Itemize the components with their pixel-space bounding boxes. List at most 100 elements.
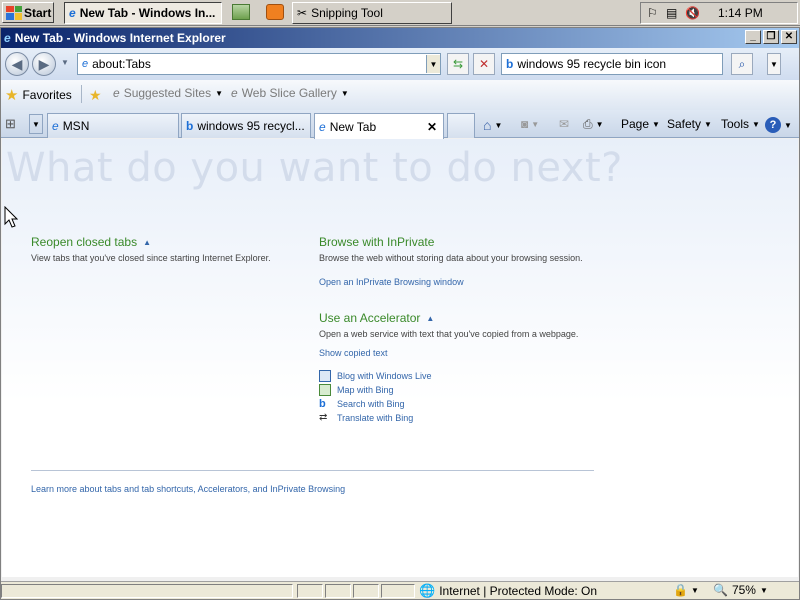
web-slice-gallery-label: Web Slice Gallery [241, 86, 337, 100]
divider [81, 85, 82, 103]
tab-new-tab[interactable]: e New Tab ✕ [314, 113, 444, 139]
chevron-down-icon: ▼ [531, 119, 540, 129]
chevron-down-icon: ▼ [784, 120, 792, 130]
bing-icon: b [506, 57, 514, 71]
taskbar-button-label: Snipping Tool [311, 6, 383, 20]
accelerator-search-with-bing[interactable]: b Search with Bing [319, 398, 405, 410]
chevron-down-icon: ▼ [215, 88, 224, 98]
title-bar: e New Tab - Windows Internet Explorer _ … [1, 28, 799, 48]
reopen-closed-tabs-heading[interactable]: Reopen closed tabs ▲ [31, 235, 151, 249]
security-zone[interactable]: 🌐 Internet | Protected Mode: On [419, 583, 597, 599]
quick-tabs-icon[interactable]: ⊞ [5, 116, 23, 132]
ie-window: e New Tab - Windows Internet Explorer _ … [0, 27, 800, 600]
chevron-down-icon: ▼ [752, 119, 760, 129]
protected-mode-button[interactable]: 🔒 ▼ [673, 583, 699, 597]
feeds-button[interactable]: ◙ ▼ [521, 117, 539, 131]
taskbar-button-label: New Tab - Windows In... [79, 6, 216, 20]
tab-list-dropdown-icon[interactable]: ▼ [29, 114, 43, 134]
tools-menu[interactable]: Tools ▼ [721, 117, 760, 131]
system-tray: ⚐ ▤ 🔇 1:14 PM [640, 2, 798, 24]
chevron-up-icon: ▲ [426, 313, 435, 323]
close-tab-icon[interactable]: ✕ [427, 120, 437, 134]
tab-msn[interactable]: e MSN [47, 113, 179, 138]
tab-bing-search[interactable]: b windows 95 recycl... [181, 113, 311, 138]
section-title: Use an Accelerator [319, 311, 421, 325]
learn-more-link[interactable]: Learn more about tabs and tab shortcuts,… [31, 484, 345, 494]
chevron-down-icon: ▼ [494, 120, 503, 130]
start-button[interactable]: Start [2, 2, 54, 23]
star-icon: ★ [5, 87, 19, 104]
zoom-icon: 🔍 [713, 583, 728, 597]
print-button[interactable]: ⎙ ▼ [583, 117, 604, 132]
taskbar-button-ie[interactable]: e New Tab - Windows In... [64, 2, 222, 24]
ie-icon: e [231, 86, 238, 100]
address-dropdown-icon[interactable]: ▼ [426, 55, 440, 73]
accelerator-label: Translate with Bing [337, 413, 414, 423]
browse-inprivate-heading: Browse with InPrivate [319, 235, 434, 249]
restore-button[interactable]: ❐ [763, 30, 779, 44]
back-icon[interactable]: ◀ [5, 52, 29, 76]
zoom-button[interactable]: 🔍 75% ▼ [713, 583, 768, 597]
favorites-button[interactable]: ★ Favorites [5, 86, 72, 104]
chevron-up-icon: ▲ [143, 237, 151, 247]
page-menu[interactable]: Page ▼ [621, 117, 660, 131]
zoom-level: 75% [731, 583, 756, 597]
refresh-icon[interactable]: ⇆ [447, 53, 469, 75]
use-accelerator-heading[interactable]: Use an Accelerator ▲ [319, 311, 434, 325]
browse-inprivate-description: Browse the web without storing data abou… [319, 253, 583, 263]
address-input[interactable]: about:Tabs [92, 57, 151, 71]
add-to-favorites-bar-icon[interactable]: ★ [89, 87, 102, 104]
stop-icon[interactable]: ✕ [473, 53, 495, 75]
network-icon[interactable]: ▤ [666, 6, 680, 20]
rss-icon: ◙ [521, 117, 529, 131]
chevron-down-icon: ▼ [690, 585, 699, 595]
web-slice-gallery-button[interactable]: e Web Slice Gallery ▼ [231, 86, 349, 100]
volume-muted-icon[interactable]: 🔇 [685, 6, 700, 20]
home-button[interactable]: ⌂ ▼ [483, 117, 502, 133]
quick-launch-folder-icon[interactable] [232, 4, 250, 20]
minimize-button[interactable]: _ [745, 30, 761, 44]
accelerator-map-with-bing[interactable]: Map with Bing [319, 384, 394, 396]
accelerator-blog-with-windows-live[interactable]: Blog with Windows Live [319, 370, 432, 382]
search-box[interactable]: b windows 95 recycle bin icon [501, 53, 723, 75]
page-menu-label: Page [621, 117, 650, 131]
help-icon: ? [765, 117, 781, 133]
search-options-dropdown-icon[interactable]: ▼ [767, 53, 781, 75]
forward-icon[interactable]: ▶ [32, 52, 56, 76]
windows-logo-icon [6, 5, 22, 20]
flag-icon[interactable]: ⚐ [647, 6, 661, 20]
help-button[interactable]: ? ▼ [765, 117, 792, 133]
safety-menu[interactable]: Safety ▼ [667, 117, 712, 131]
accelerator-translate-with-bing[interactable]: ⇄ Translate with Bing [319, 412, 413, 424]
bing-icon: b [319, 398, 326, 410]
open-inprivate-link[interactable]: Open an InPrivate Browsing window [319, 277, 464, 287]
tab-label: MSN [62, 119, 90, 133]
status-bar: 🌐 Internet | Protected Mode: On 🔒 ▼ 🔍 75… [1, 581, 799, 599]
tools-menu-label: Tools [721, 117, 750, 131]
show-copied-text-link[interactable]: Show copied text [319, 348, 388, 358]
search-icon[interactable]: ⌕ [731, 53, 753, 75]
chevron-down-icon: ▼ [595, 120, 604, 129]
accelerator-label: Blog with Windows Live [337, 371, 432, 381]
status-cell [381, 584, 415, 598]
scissors-icon: ✂ [297, 6, 308, 20]
safety-menu-label: Safety [667, 117, 702, 131]
use-accelerator-description: Open a web service with text that you've… [319, 329, 579, 339]
accelerator-label: Map with Bing [337, 385, 394, 395]
mail-icon[interactable]: ✉ [559, 117, 569, 131]
navigation-bar: ◀ ▶ ▼ e about:Tabs ▼ ⇆ ✕ b windows 95 re… [1, 48, 799, 80]
search-input[interactable]: windows 95 recycle bin icon [517, 57, 666, 71]
new-tab-button[interactable] [447, 113, 475, 138]
start-label: Start [24, 5, 52, 20]
ie-icon: e [319, 119, 326, 134]
close-button[interactable]: ✕ [781, 30, 797, 44]
address-bar[interactable]: e about:Tabs ▼ [77, 53, 441, 75]
status-cell [353, 584, 379, 598]
recent-pages-dropdown-icon[interactable]: ▼ [61, 58, 69, 67]
mouse-cursor-icon [4, 206, 18, 228]
tab-bar: ⊞ ▼ e MSN b windows 95 recycl... e New T… [1, 110, 799, 139]
taskbar-button-snipping-tool[interactable]: ✂ Snipping Tool [292, 2, 452, 24]
suggested-sites-button[interactable]: e Suggested Sites ▼ [113, 86, 223, 100]
quick-launch-media-icon[interactable] [266, 4, 284, 20]
chevron-down-icon: ▼ [704, 119, 712, 129]
